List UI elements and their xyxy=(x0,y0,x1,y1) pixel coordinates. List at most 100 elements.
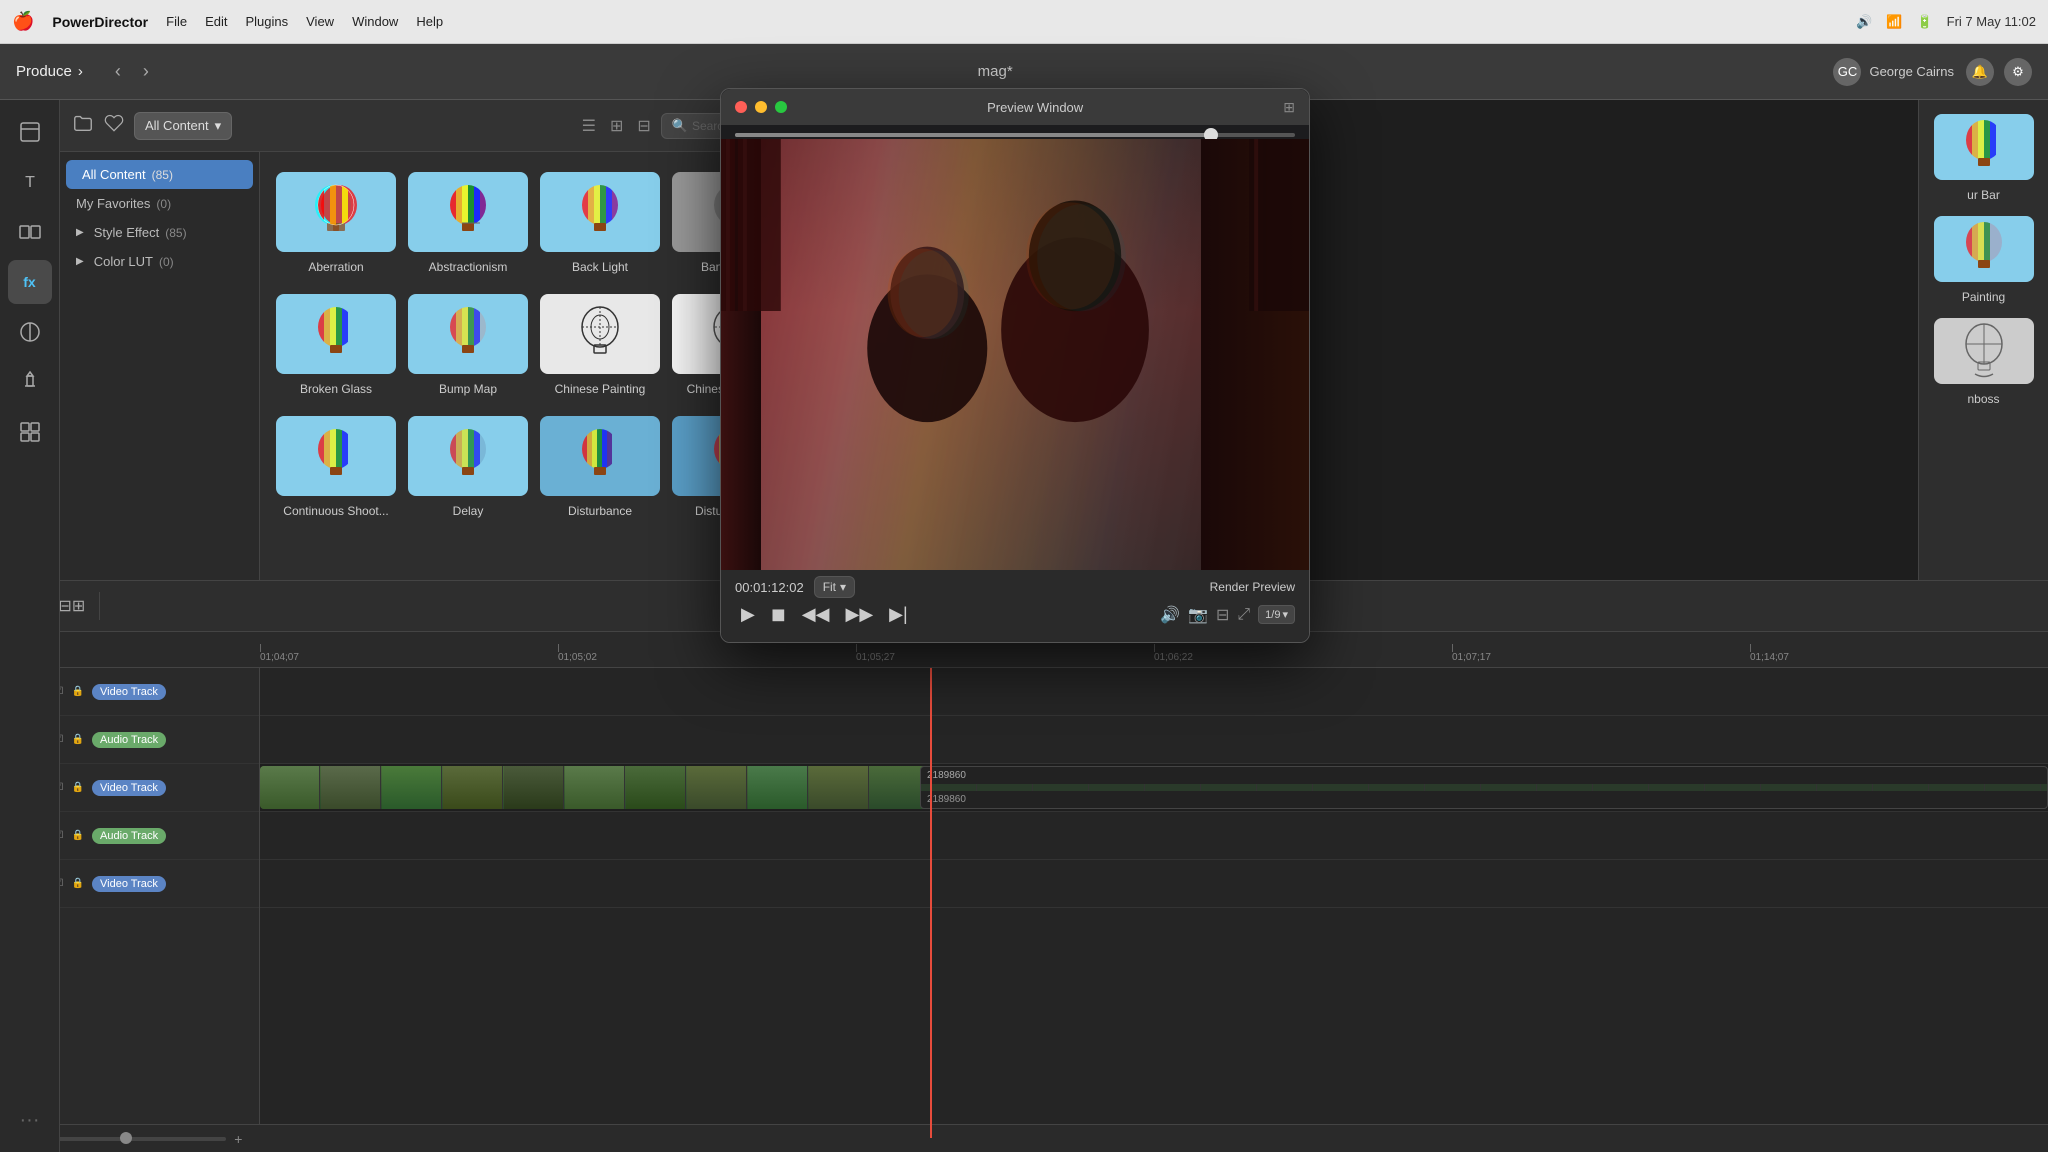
track-lock-icon[interactable]: 🔒 xyxy=(70,732,86,748)
list-view-icon[interactable]: ☰ xyxy=(578,112,600,140)
effect-name-chinese-painting-1: Chinese Painting xyxy=(555,382,646,396)
effect-right-2[interactable]: Painting xyxy=(1925,212,2042,308)
sidebar-import[interactable] xyxy=(8,110,52,154)
filter-style-effect[interactable]: ▶ Style Effect (85) xyxy=(60,218,259,247)
toolbar-nav: ‹ › xyxy=(107,57,157,86)
filter-count: (0) xyxy=(156,197,171,211)
large-grid-icon[interactable]: ⊟ xyxy=(633,112,654,140)
sidebar-text[interactable]: T xyxy=(8,160,52,204)
menu-edit[interactable]: Edit xyxy=(205,14,227,29)
app-name[interactable]: PowerDirector xyxy=(52,14,148,30)
effect-aberration[interactable]: Aberration xyxy=(270,162,402,284)
nav-forward[interactable]: › xyxy=(135,57,157,86)
sidebar-audio[interactable] xyxy=(8,360,52,404)
heart-icon[interactable] xyxy=(104,113,124,139)
clip-thumb-3 xyxy=(382,766,442,809)
effect-bump-map[interactable]: Bump Map xyxy=(402,284,534,406)
clip-thumb-10 xyxy=(809,766,869,809)
fullscreen-icon[interactable]: ⤢ xyxy=(1237,606,1250,624)
effect-disturbance[interactable]: Disturbance xyxy=(534,406,666,528)
stop-button[interactable]: ◼ xyxy=(765,602,792,627)
bell-icon[interactable]: 🔔 xyxy=(1966,58,1994,86)
render-preview-button[interactable]: Render Preview xyxy=(1210,580,1295,594)
filter-all-content[interactable]: All Content (85) xyxy=(66,160,253,189)
effect-name-delay: Delay xyxy=(453,504,484,518)
effect-delay[interactable]: Delay xyxy=(402,406,534,528)
produce-button[interactable]: Produce › xyxy=(16,63,83,80)
volume-icon[interactable]: 🔊 xyxy=(1160,605,1180,625)
effect-right-3[interactable]: nboss xyxy=(1925,314,2042,410)
snapshot-icon[interactable]: 📷 xyxy=(1188,605,1208,625)
timeline-tracks: 4 ↔ ☑ 🔒 Video Track 4 ⇄ ☑ 🔒 Audio Track xyxy=(0,668,2048,1138)
zoom-in-button[interactable]: + xyxy=(234,1131,242,1147)
grid-view-icon[interactable]: ⊞ xyxy=(606,112,627,140)
timecode-3: 01;05;27 xyxy=(856,652,895,663)
effect-broken-glass[interactable]: Broken Glass xyxy=(270,284,402,406)
ruler-mark-5: 01;07;17 xyxy=(1452,644,1750,667)
track-lock-icon[interactable]: 🔒 xyxy=(70,828,86,844)
step-forward-button[interactable]: ▶▶ xyxy=(839,602,879,627)
effects-sidebar: All Content (85) My Favorites (0) ▶ Styl… xyxy=(60,152,260,580)
menu-window[interactable]: Window xyxy=(352,14,398,29)
sidebar-transitions[interactable] xyxy=(8,210,52,254)
minimize-button[interactable] xyxy=(755,101,767,113)
nav-back[interactable]: ‹ xyxy=(107,57,129,86)
timecode-2: 01;05;02 xyxy=(558,652,597,663)
track-lock-icon[interactable]: 🔒 xyxy=(70,684,86,700)
maximize-button[interactable] xyxy=(775,101,787,113)
preview-quality-selector[interactable]: 1/9 ▾ xyxy=(1258,605,1295,624)
effect-thumb-aberration xyxy=(276,172,396,252)
apple-menu[interactable]: 🍎 xyxy=(12,11,34,32)
produce-label: Produce xyxy=(16,63,72,80)
effect-back-light[interactable]: Back Light xyxy=(534,162,666,284)
close-button[interactable] xyxy=(735,101,747,113)
timecode-4: 01;06;22 xyxy=(1154,652,1193,663)
menu-plugins[interactable]: Plugins xyxy=(245,14,288,29)
track-label-2v: Video Track xyxy=(92,876,166,892)
play-button[interactable]: ▶ xyxy=(735,602,761,627)
effect-abstractionism[interactable]: Abstractionism xyxy=(402,162,534,284)
user-avatar: GC xyxy=(1833,58,1861,86)
clip-thumbnails xyxy=(921,784,2047,791)
effect-name-abstractionism: Abstractionism xyxy=(429,260,508,274)
sidebar-pip[interactable] xyxy=(8,310,52,354)
settings-icon[interactable]: ⚙ xyxy=(2004,58,2032,86)
menu-view[interactable]: View xyxy=(306,14,334,29)
next-frame-button[interactable]: ▶| xyxy=(883,602,914,627)
effect-continuous-shoot[interactable]: Continuous Shoot... xyxy=(270,406,402,528)
timecode-1: 01;04;07 xyxy=(260,652,299,663)
effect-chinese-painting-1[interactable]: Chinese Painting xyxy=(534,284,666,406)
track-lock-icon[interactable]: 🔒 xyxy=(70,780,86,796)
filter-color-lut[interactable]: ▶ Color LUT (0) xyxy=(60,247,259,276)
menu-help[interactable]: Help xyxy=(416,14,443,29)
zoom-thumb[interactable] xyxy=(120,1132,132,1144)
track-lock-icon[interactable]: 🔒 xyxy=(70,876,86,892)
effect-name-continuous-shoot: Continuous Shoot... xyxy=(283,504,388,518)
subtitles-icon[interactable]: ⊟ xyxy=(1216,605,1229,625)
effect-name-right-3: nboss xyxy=(1967,392,1999,406)
preview-fit-dropdown[interactable]: Fit ▾ xyxy=(814,576,855,598)
sidebar-more[interactable]: ··· xyxy=(20,1109,40,1132)
preview-right-controls: 🔊 📷 ⊟ ⤢ 1/9 ▾ xyxy=(1160,605,1295,625)
sidebar-stickers[interactable] xyxy=(8,410,52,454)
filter-my-favorites[interactable]: My Favorites (0) xyxy=(60,189,259,218)
effects-panel: All Content ▾ ☰ ⊞ ⊟ 🔍 Search the libra..… xyxy=(60,100,810,580)
ruler-mark-1: 01;04;07 xyxy=(260,644,558,667)
clip-thumb-1 xyxy=(260,766,320,809)
preview-expand-icon[interactable]: ⊞ xyxy=(1283,99,1295,116)
step-back-button[interactable]: ◀◀ xyxy=(796,602,836,627)
effect-right-1[interactable]: ur Bar xyxy=(1925,110,2042,206)
clip-label-bottom: 2189860 xyxy=(921,791,2047,808)
effect-name-bump-map: Bump Map xyxy=(439,382,497,396)
scrubber-fill xyxy=(735,133,1211,137)
right-edge-effects: ur Bar Painting xyxy=(1918,100,2048,580)
expand-arrow: ▶ xyxy=(76,227,84,238)
menu-file[interactable]: File xyxy=(166,14,187,29)
sidebar-effects[interactable]: fx xyxy=(8,260,52,304)
track-label-3v: Video Track xyxy=(92,780,166,796)
filter-label: Style Effect xyxy=(94,225,160,240)
folder-icon[interactable] xyxy=(72,112,94,140)
menu-bar: 🍎 PowerDirector File Edit Plugins View W… xyxy=(0,0,2048,44)
content-filter-dropdown[interactable]: All Content ▾ xyxy=(134,112,232,140)
preview-scrubber[interactable] xyxy=(735,133,1295,137)
